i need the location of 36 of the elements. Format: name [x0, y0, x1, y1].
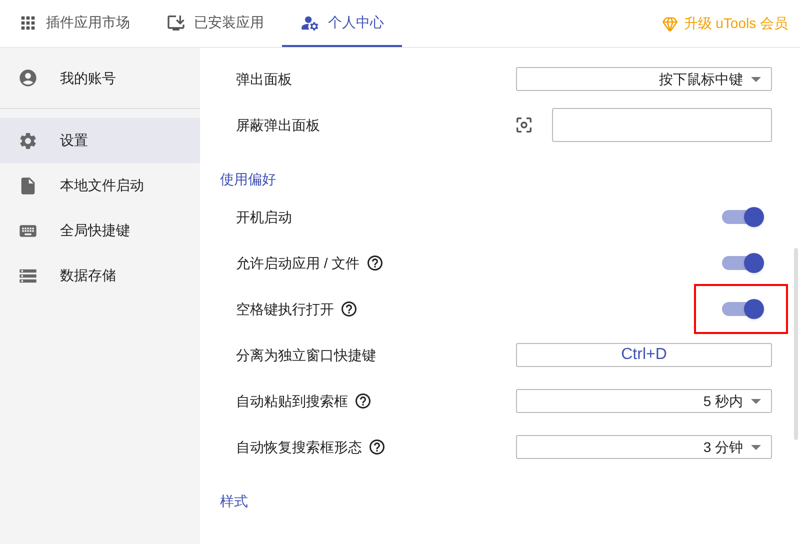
sidebar-item[interactable]: 我的账号 — [0, 48, 200, 109]
sidebar-item[interactable]: 数据存储 — [0, 253, 200, 298]
caret-icon — [751, 398, 761, 404]
help-icon[interactable] — [368, 438, 386, 456]
setting-label: 自动粘贴到搜索框 — [236, 392, 348, 410]
dropdown[interactable]: 5 秒内 — [516, 389, 772, 413]
setting-label: 开机启动 — [236, 208, 292, 226]
focus-frame-icon[interactable] — [514, 115, 534, 135]
section-heading: 使用偏好 — [220, 170, 276, 189]
hotkey-field[interactable]: Ctrl+D — [516, 343, 772, 367]
setting-label: 分离为独立窗口快捷键 — [236, 346, 376, 364]
setting-label: 屏蔽弹出面板 — [236, 116, 320, 134]
scrollbar[interactable] — [794, 248, 798, 440]
setting-label: 允许启动应用 / 文件 — [236, 254, 360, 272]
caret-icon — [751, 76, 761, 82]
setting-label: 空格键执行打开 — [236, 300, 334, 318]
setting-label: 自动恢复搜索框形态 — [236, 438, 362, 456]
tab[interactable]: 已安装应用 — [148, 0, 282, 47]
input-field[interactable] — [552, 108, 772, 142]
help-icon[interactable] — [366, 254, 384, 272]
account-icon — [18, 68, 38, 88]
monitor-download-icon — [166, 12, 186, 32]
settings-icon — [18, 130, 38, 150]
tab[interactable]: 插件应用市场 — [0, 0, 148, 47]
dropdown[interactable]: 3 分钟 — [516, 435, 772, 459]
caret-icon — [751, 444, 761, 450]
diamond-icon — [662, 16, 678, 32]
sidebar-item[interactable]: 设置 — [0, 118, 200, 163]
help-icon[interactable] — [340, 300, 358, 318]
sidebar-item[interactable]: 全局快捷键 — [0, 208, 200, 253]
dropdown[interactable]: 按下鼠标中键 — [516, 67, 772, 91]
section-heading: 样式 — [220, 492, 248, 511]
tab[interactable]: 个人中心 — [282, 0, 402, 47]
help-icon[interactable] — [354, 392, 372, 410]
setting-label: 弹出面板 — [236, 70, 292, 88]
sidebar-item[interactable]: 本地文件启动 — [0, 163, 200, 208]
